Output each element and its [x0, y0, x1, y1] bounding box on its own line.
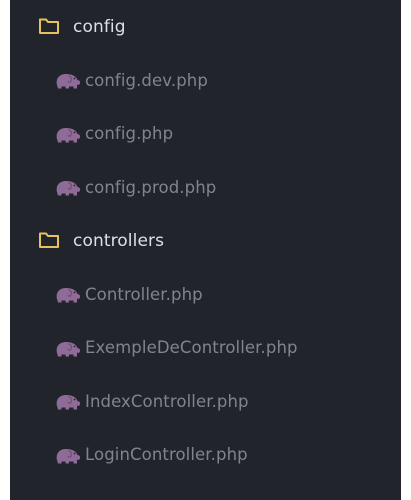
file-config-dev-php[interactable]: config.dev.php	[10, 54, 401, 108]
php-elephant-icon	[56, 181, 81, 196]
file-controller-php[interactable]: Controller.php	[10, 268, 401, 322]
file-label: config.dev.php	[85, 70, 208, 90]
file-label: config.php	[85, 124, 174, 144]
php-elephant-icon	[56, 341, 81, 357]
folder-label: controllers	[73, 230, 165, 251]
file-label: LoginController.php	[85, 445, 248, 465]
file-exemple-de-controller-php[interactable]: ExempleDeController.php	[10, 321, 401, 375]
file-index-controller-php[interactable]: IndexController.php	[10, 375, 401, 429]
file-config-prod-php[interactable]: config.prod.php	[10, 161, 401, 215]
file-explorer-panel: config config.dev.php config.php config.…	[10, 0, 401, 500]
file-label: IndexController.php	[85, 391, 249, 411]
file-label: config.prod.php	[85, 177, 217, 197]
file-login-controller-php[interactable]: LoginController.php	[10, 428, 401, 482]
file-tree: config config.dev.php config.php config.…	[10, 0, 401, 482]
file-label: Controller.php	[85, 284, 203, 304]
php-elephant-icon	[56, 288, 81, 303]
php-elephant-icon	[56, 395, 81, 410]
folder-label: config	[73, 16, 126, 37]
file-label: ExempleDeController.php	[85, 338, 298, 358]
php-elephant-icon	[56, 127, 81, 143]
folder-icon	[39, 18, 59, 34]
php-elephant-icon	[56, 448, 81, 464]
file-config-php[interactable]: config.php	[10, 107, 401, 161]
folder-config[interactable]: config	[10, 0, 401, 54]
php-elephant-icon	[56, 74, 81, 89]
folder-controllers[interactable]: controllers	[10, 214, 401, 268]
folder-icon	[39, 232, 59, 248]
